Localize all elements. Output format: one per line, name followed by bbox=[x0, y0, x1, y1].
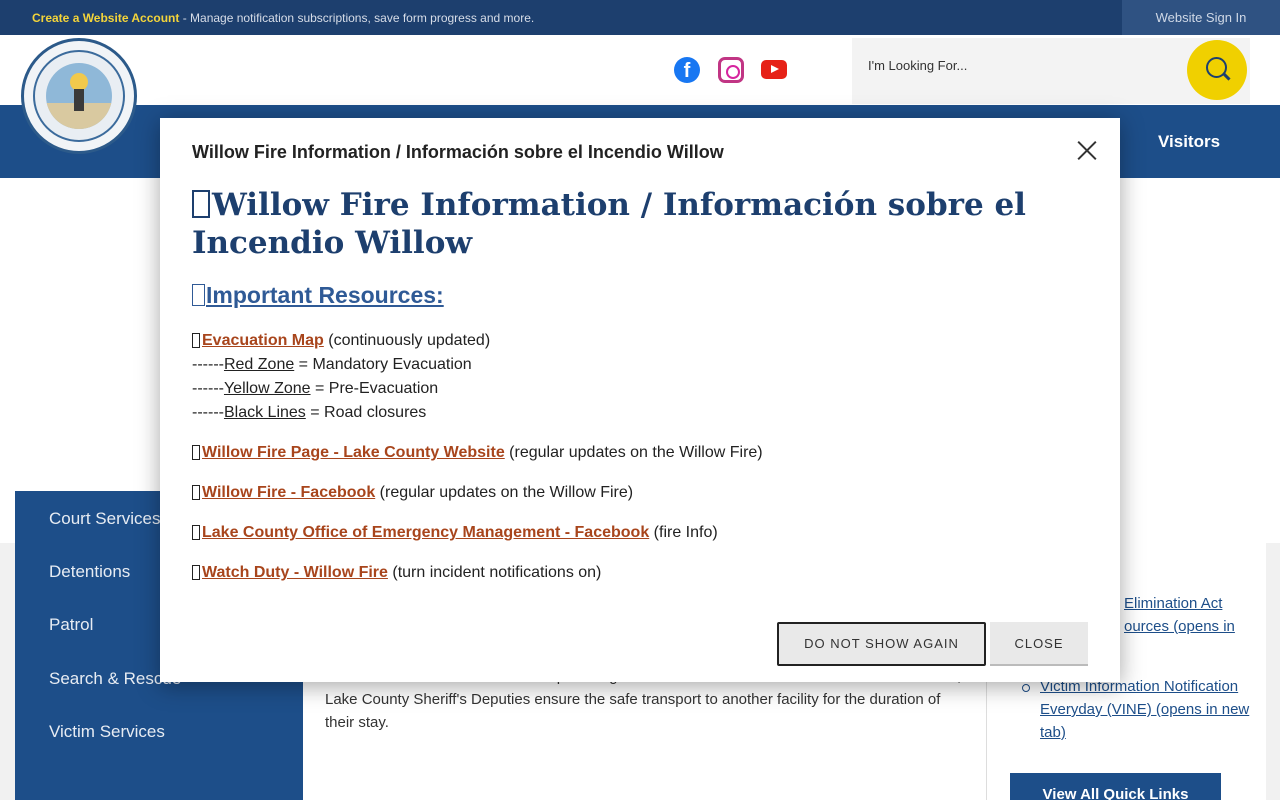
close-button[interactable]: CLOSE bbox=[990, 622, 1088, 666]
search-icon[interactable] bbox=[1187, 40, 1247, 100]
close-icon[interactable] bbox=[1074, 138, 1100, 164]
sidebar-item-patrol[interactable]: Patrol bbox=[49, 615, 93, 635]
important-resources-text: Important Resources: bbox=[206, 282, 444, 308]
website-sign-in-button[interactable]: Website Sign In bbox=[1122, 0, 1280, 35]
facebook-icon[interactable]: f bbox=[674, 57, 700, 83]
list-bullet bbox=[1022, 684, 1030, 692]
youtube-icon[interactable] bbox=[761, 60, 787, 79]
facebook-link-note: (regular updates on the Willow Fire) bbox=[375, 484, 634, 501]
oem-link-note: (fire Info) bbox=[649, 524, 718, 541]
red-zone-note: = Mandatory Evacuation bbox=[294, 356, 472, 373]
missing-glyph-icon bbox=[192, 445, 200, 460]
county-link-note: (regular updates on the Willow Fire) bbox=[504, 444, 763, 461]
black-lines-line: ------Black Lines = Road closures bbox=[192, 404, 426, 422]
yellow-zone-prefix: ------ bbox=[192, 380, 224, 397]
quick-link-1-line1[interactable]: Elimination Act bbox=[1124, 592, 1222, 615]
missing-glyph-icon bbox=[192, 565, 200, 580]
sidebar-item-detentions[interactable]: Detentions bbox=[49, 562, 130, 582]
yellow-zone-note: = Pre-Evacuation bbox=[310, 380, 439, 397]
modal-heading-text: Willow Fire Information / Información so… bbox=[192, 187, 1026, 261]
black-lines-prefix: ------ bbox=[192, 404, 224, 421]
seal-miner bbox=[74, 89, 84, 111]
evacuation-map-note: (continuously updated) bbox=[323, 332, 491, 349]
sidebar-item-court-services[interactable]: Court Services bbox=[49, 509, 160, 529]
quick-link-1-line2[interactable]: ources (opens in bbox=[1124, 615, 1235, 638]
instagram-icon[interactable] bbox=[718, 57, 744, 83]
black-lines-link[interactable]: Black Lines bbox=[224, 404, 306, 421]
willow-fire-facebook-link[interactable]: Willow Fire - Facebook bbox=[202, 484, 375, 501]
black-lines-note: = Road closures bbox=[305, 404, 427, 421]
search-input[interactable] bbox=[868, 58, 1168, 73]
county-seal-logo[interactable] bbox=[21, 38, 137, 154]
missing-glyph-icon bbox=[192, 284, 205, 306]
oem-facebook-link[interactable]: Lake County Office of Emergency Manageme… bbox=[202, 524, 649, 541]
oem-line: Lake County Office of Emergency Manageme… bbox=[192, 524, 718, 542]
seal-scene bbox=[46, 63, 112, 129]
missing-glyph-icon bbox=[192, 525, 200, 540]
red-zone-prefix: ------ bbox=[192, 356, 224, 373]
modal-heading: Willow Fire Information / Información so… bbox=[192, 186, 1082, 262]
nav-item-visitors[interactable]: Visitors bbox=[1158, 132, 1220, 152]
account-promo: Create a Website Account - Manage notifi… bbox=[32, 11, 534, 25]
evacuation-map-line: Evacuation Map (continuously updated) bbox=[192, 332, 490, 350]
willow-fire-modal: Willow Fire Information / Información so… bbox=[160, 118, 1120, 682]
evacuation-map-link[interactable]: Evacuation Map bbox=[202, 332, 324, 349]
sidebar-item-victim-services[interactable]: Victim Services bbox=[49, 722, 165, 742]
top-utility-bar: Create a Website Account - Manage notifi… bbox=[0, 0, 1280, 35]
watch-duty-link[interactable]: Watch Duty - Willow Fire bbox=[202, 564, 388, 581]
yellow-zone-line: ------Yellow Zone = Pre-Evacuation bbox=[192, 380, 438, 398]
create-account-link[interactable]: Create a Website Account bbox=[32, 11, 179, 25]
willow-fire-county-link[interactable]: Willow Fire Page - Lake County Website bbox=[202, 444, 505, 461]
yellow-zone-link[interactable]: Yellow Zone bbox=[224, 380, 311, 397]
modal-title: Willow Fire Information / Información so… bbox=[192, 142, 724, 162]
missing-glyph-icon bbox=[192, 190, 210, 218]
missing-glyph-icon bbox=[192, 333, 200, 348]
watch-duty-note: (turn incident notifications on) bbox=[387, 564, 602, 581]
view-all-quick-links-button[interactable]: View All Quick Links bbox=[1010, 773, 1221, 800]
important-resources-heading: Important Resources: bbox=[192, 282, 444, 309]
county-page-line: Willow Fire Page - Lake County Website (… bbox=[192, 444, 763, 462]
facebook-line: Willow Fire - Facebook (regular updates … bbox=[192, 484, 633, 502]
promo-text: - Manage notification subscriptions, sav… bbox=[179, 11, 535, 25]
red-zone-line: ------Red Zone = Mandatory Evacuation bbox=[192, 356, 472, 374]
do-not-show-again-button[interactable]: DO NOT SHOW AGAIN bbox=[777, 622, 986, 666]
red-zone-link[interactable]: Red Zone bbox=[224, 356, 294, 373]
quick-link-vine[interactable]: Victim Information Notification Everyday… bbox=[1040, 675, 1250, 744]
watch-duty-line: Watch Duty - Willow Fire (turn incident … bbox=[192, 564, 601, 582]
missing-glyph-icon bbox=[192, 485, 200, 500]
